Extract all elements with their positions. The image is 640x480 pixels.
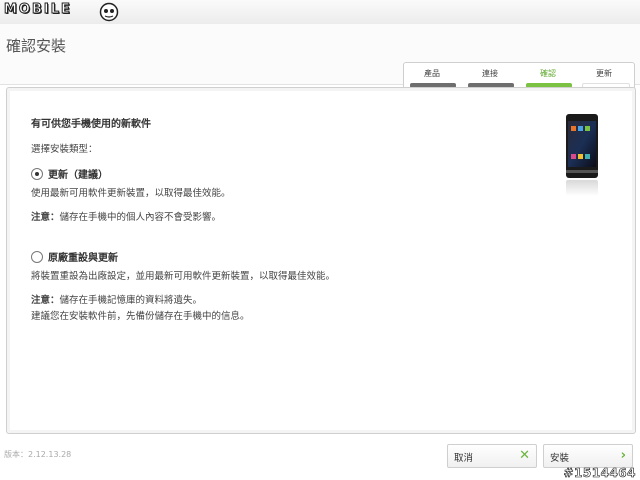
step-label: 確認 [540,69,556,78]
radio-update[interactable] [31,167,43,180]
option-update[interactable]: 更新（建議） [31,166,108,181]
footer: 版本：2.12.13.28 取消 ✕ 安裝 › [0,436,640,480]
radio-reset[interactable] [31,250,43,263]
logo-mascot-icon [99,2,119,22]
note-line2: 建議您在安裝軟件前，先備份儲存在手機中的信息。 [31,311,250,322]
option-update-description: 使用最新可用軟件更新裝置，以取得最佳效能。 [31,188,231,199]
step-label: 連接 [482,69,498,78]
cancel-button-label[interactable]: 取消 [454,450,473,464]
logo: MOBILE [4,2,72,18]
option-reset-description: 將裝置重設為出廠設定，並用最新可用軟件更新裝置，以取得最佳效能。 [31,271,336,282]
option-update-note: 注意：儲存在手機中的個人內容不會受影響。 [31,210,221,226]
note-prefix: 注意： [31,212,60,223]
close-icon[interactable]: ✕ [519,448,530,463]
install-options-panel: 有可供您手機使用的新軟件 選擇安裝類型： 更新（建議） 使用最新可用軟件更新裝置… [6,87,636,434]
title-bar: MOBILE [0,0,640,25]
cancel-button[interactable]: 取消 ✕ [447,444,537,468]
watermark: #1514464 [563,466,636,480]
step-label: 產品 [424,69,440,78]
note-text: 儲存在手機中的個人內容不會受影響。 [59,212,222,223]
note-text: 儲存在手機記憶庫的資料將遺失。 [59,295,203,306]
install-button-label[interactable]: 安裝 [550,450,569,464]
step-label: 更新 [596,69,612,78]
install-type-prompt: 選擇安裝類型： [31,144,98,155]
option-reset-note: 注意：儲存在手機記憶庫的資料將遺失。 建議您在安裝軟件前，先備份儲存在手機中的信… [31,293,250,325]
option-update-label[interactable]: 更新（建議） [48,166,108,181]
phone-image [566,114,598,196]
option-reset-label[interactable]: 原廠重設與更新 [48,249,118,264]
page-title: 確認安裝 [6,37,67,55]
option-reset[interactable]: 原廠重設與更新 [31,249,118,264]
page-header: 確認安裝 產品 連接 確認 更新 [0,24,640,98]
note-prefix: 注意： [31,295,60,306]
section-heading: 有可供您手機使用的新軟件 [31,119,151,130]
chevron-right-icon[interactable]: › [621,448,626,463]
install-button[interactable]: 安裝 › [543,444,633,468]
version-label: 版本：2.12.13.28 [4,450,72,459]
